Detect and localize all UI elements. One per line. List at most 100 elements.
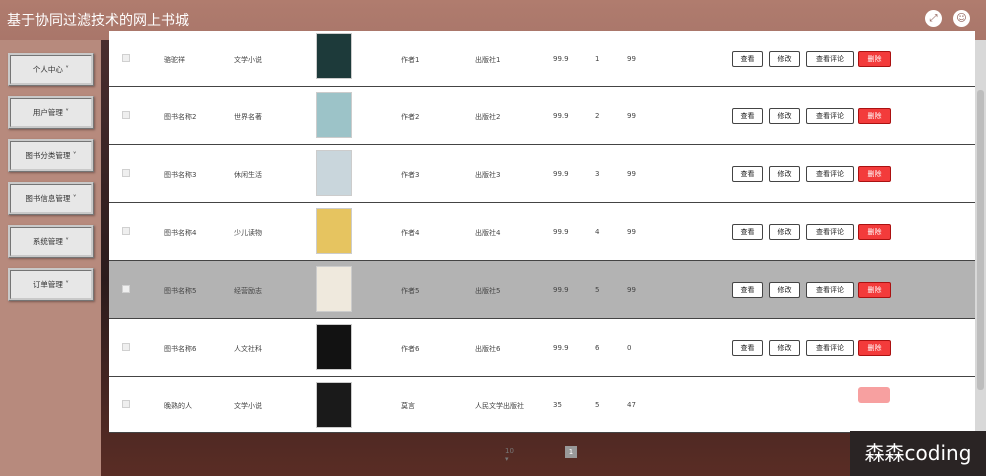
page-number-button[interactable]: 1 (565, 446, 577, 458)
sidebar-item-book-info-management[interactable]: 图书信息管理 ˅ (8, 182, 94, 215)
book-price: 99.9 (553, 344, 569, 352)
book-count-2: 0 (627, 344, 632, 352)
view-button[interactable]: 查看 (732, 224, 763, 240)
book-cover-image (316, 382, 352, 428)
sidebar-item-label: 用户管理 ˅ (32, 108, 70, 117)
book-category: 文学小说 (234, 402, 262, 410)
book-category: 文学小说 (234, 56, 262, 64)
delete-button[interactable]: 删除 (858, 282, 891, 298)
book-price: 99.9 (553, 286, 569, 294)
view-button[interactable]: 查看 (732, 166, 763, 182)
view-button[interactable]: 查看 (732, 108, 763, 124)
delete-button[interactable]: 删除 (858, 51, 891, 67)
view-reviews-button[interactable]: 查看评论 (806, 224, 854, 240)
book-count-1: 2 (595, 112, 600, 120)
delete-button[interactable]: 删除 (858, 340, 891, 356)
book-publisher: 出版社3 (475, 171, 501, 179)
edit-button[interactable]: 修改 (769, 108, 800, 124)
book-publisher: 出版社6 (475, 345, 501, 353)
sidebar-item-label: 图书信息管理 ˅ (25, 194, 77, 203)
book-publisher: 人民文学出版社 (475, 402, 524, 410)
book-table: 骆驼祥 文学小说 作者1 出版社1 99.9 1 99 查看 修改 查看评论 删除 图书名称2 世界名著… (109, 31, 975, 433)
book-count-2: 99 (627, 228, 636, 236)
book-name: 晚熟的人 (164, 402, 192, 410)
book-name: 骆驼祥 (164, 56, 185, 64)
view-button[interactable]: 查看 (732, 51, 763, 67)
row-checkbox[interactable] (122, 54, 130, 62)
book-count-1: 5 (595, 286, 600, 294)
view-reviews-button[interactable]: 查看评论 (806, 166, 854, 182)
book-author: 莫言 (401, 402, 415, 410)
view-reviews-button[interactable]: 查看评论 (806, 340, 854, 356)
edit-button[interactable]: 修改 (769, 51, 800, 67)
book-publisher: 出版社2 (475, 113, 501, 121)
book-count-1: 1 (595, 55, 600, 63)
blurred-delete-button (858, 387, 890, 403)
book-author: 作者5 (401, 287, 420, 295)
book-count-2: 99 (627, 286, 636, 294)
book-cover-image (316, 92, 352, 138)
row-checkbox[interactable] (122, 400, 130, 408)
book-category: 休闲生活 (234, 171, 262, 179)
row-checkbox[interactable] (122, 169, 130, 177)
view-reviews-button[interactable]: 查看评论 (806, 108, 854, 124)
edit-button[interactable]: 修改 (769, 282, 800, 298)
book-publisher: 出版社5 (475, 287, 501, 295)
view-button[interactable]: 查看 (732, 340, 763, 356)
sidebar-item-personal-center[interactable]: 个人中心 ˅ (8, 53, 94, 86)
sidebar-item-label: 个人中心 ˅ (32, 65, 70, 74)
book-count-2: 99 (627, 170, 636, 178)
table-row[interactable]: 图书名称3 休闲生活 作者3 出版社3 99.9 3 99 查看 修改 查看评论 删除 (109, 145, 975, 203)
sidebar-item-label: 系统管理 ˅ (32, 237, 70, 246)
watermark: 森森coding (850, 431, 986, 476)
blurred-actions (690, 377, 850, 432)
edit-button[interactable]: 修改 (769, 166, 800, 182)
book-category: 经营励志 (234, 287, 262, 295)
delete-button[interactable]: 删除 (858, 224, 891, 240)
row-checkbox[interactable] (122, 227, 130, 235)
book-price: 35 (553, 401, 562, 409)
book-price: 99.9 (553, 112, 569, 120)
book-price: 99.9 (553, 228, 569, 236)
sidebar-item-system-management[interactable]: 系统管理 ˅ (8, 225, 94, 258)
sidebar-item-label: 订单管理 ˅ (32, 280, 70, 289)
sidebar-item-order-management[interactable]: 订单管理 ˅ (8, 268, 94, 301)
book-count-1: 6 (595, 344, 600, 352)
sidebar-item-user-management[interactable]: 用户管理 ˅ (8, 96, 94, 129)
table-row[interactable]: 骆驼祥 文学小说 作者1 出版社1 99.9 1 99 查看 修改 查看评论 删除 (109, 31, 975, 87)
book-cover-image (316, 266, 352, 312)
table-row[interactable]: 图书名称5 经营励志 作者5 出版社5 99.9 5 99 查看 修改 查看评论 删除 (109, 261, 975, 319)
scrollbar-thumb[interactable] (977, 90, 984, 390)
fullscreen-icon[interactable]: ⤢ (925, 10, 942, 27)
view-reviews-button[interactable]: 查看评论 (806, 282, 854, 298)
table-row[interactable]: 图书名称6 人文社科 作者6 出版社6 99.9 6 0 查看 修改 查看评论 删除 (109, 319, 975, 377)
book-price: 99.9 (553, 170, 569, 178)
view-button[interactable]: 查看 (732, 282, 763, 298)
row-checkbox[interactable] (122, 111, 130, 119)
book-cover-image (316, 150, 352, 196)
sidebar-item-category-management[interactable]: 图书分类管理 ˅ (8, 139, 94, 172)
delete-button[interactable]: 删除 (858, 108, 891, 124)
row-checkbox[interactable] (122, 343, 130, 351)
app-title: 基于协同过滤技术的网上书城 (7, 13, 189, 29)
book-category: 少儿读物 (234, 229, 262, 237)
book-count-2: 99 (627, 112, 636, 120)
book-count-1: 5 (595, 401, 600, 409)
table-row[interactable]: 图书名称4 少儿读物 作者4 出版社4 99.9 4 99 查看 修改 查看评论 删除 (109, 203, 975, 261)
book-name: 图书名称4 (164, 229, 197, 237)
edit-button[interactable]: 修改 (769, 224, 800, 240)
page-size-select[interactable]: 10 ▾ (505, 447, 514, 463)
book-publisher: 出版社4 (475, 229, 501, 237)
edit-button[interactable]: 修改 (769, 340, 800, 356)
book-cover-image (316, 208, 352, 254)
sidebar-item-label: 图书分类管理 ˅ (25, 151, 77, 160)
book-price: 99.9 (553, 55, 569, 63)
book-count-2: 99 (627, 55, 636, 63)
book-author: 作者4 (401, 229, 420, 237)
book-name: 图书名称2 (164, 113, 197, 121)
delete-button[interactable]: 删除 (858, 166, 891, 182)
user-icon[interactable]: ☺ (953, 10, 970, 27)
view-reviews-button[interactable]: 查看评论 (806, 51, 854, 67)
row-checkbox[interactable] (122, 285, 130, 293)
table-row[interactable]: 图书名称2 世界名著 作者2 出版社2 99.9 2 99 查看 修改 查看评论 删除 (109, 87, 975, 145)
